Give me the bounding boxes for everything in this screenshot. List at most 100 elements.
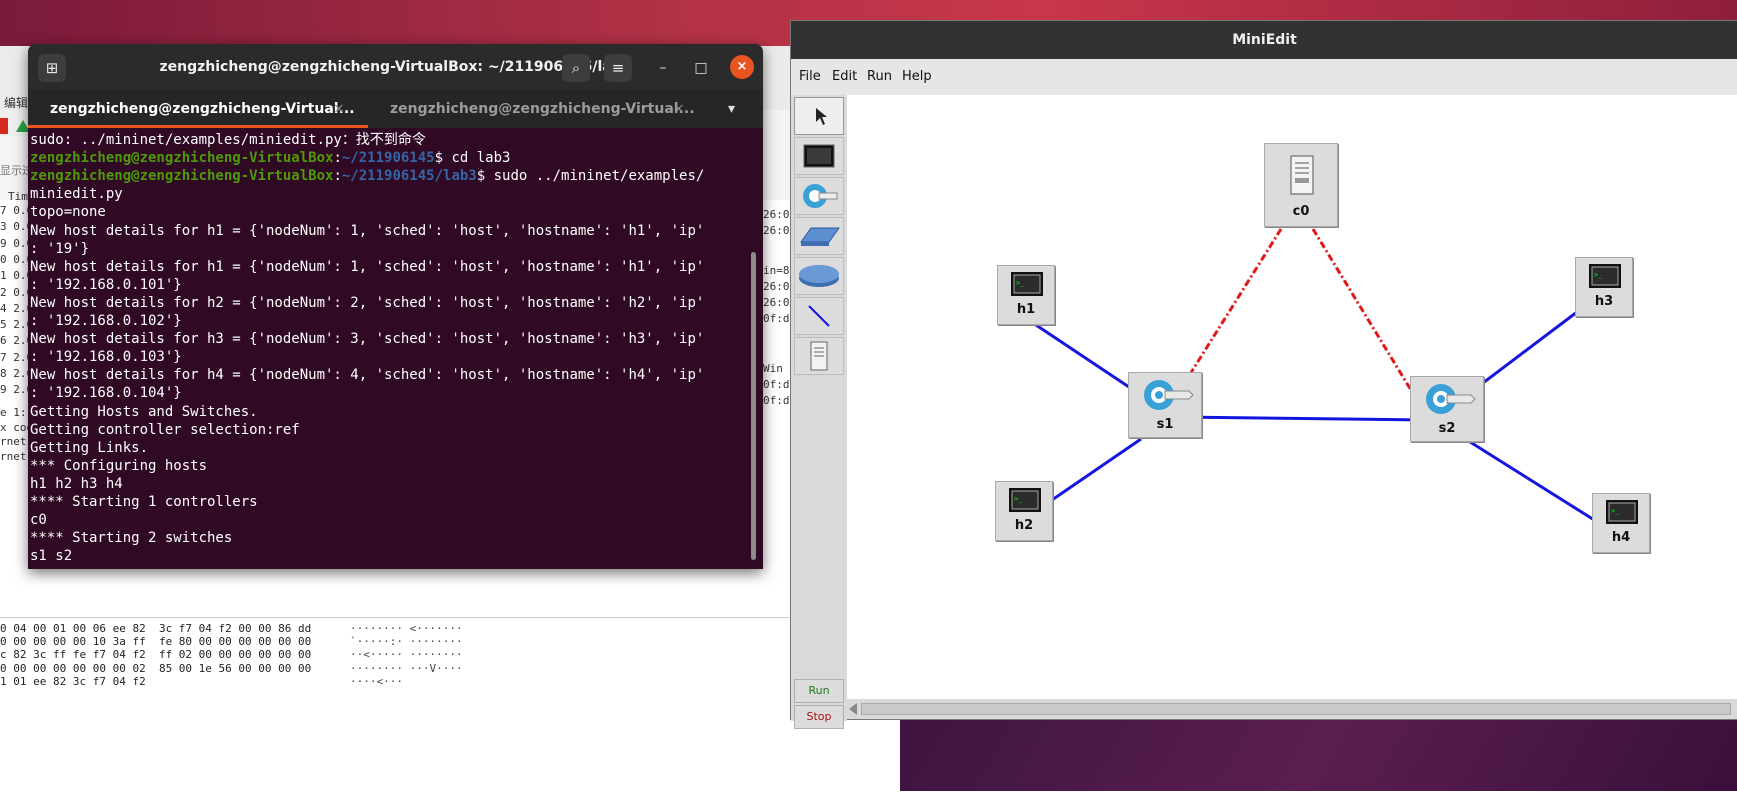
terminal-line: : '192.168.0.104'}: [30, 385, 182, 402]
terminal-line: sudo: ../mininet/examples/miniedit.py：找不…: [30, 132, 426, 148]
minimize-button[interactable]: –: [652, 57, 674, 79]
host-icon: >_: [1606, 500, 1638, 524]
switch-icon: [1426, 384, 1476, 414]
link-s1-s2[interactable]: [1176, 415, 1428, 422]
packet-info-fragment: 26:0: [763, 296, 790, 309]
node-h4[interactable]: >_ h4: [1592, 493, 1650, 553]
node-s2[interactable]: s2: [1410, 376, 1484, 442]
legacy-switch-tool[interactable]: [794, 217, 844, 255]
packet-info-fragment: in=8: [763, 264, 790, 277]
terminal-line: New host details for h2 = {'nodeNum': 2,…: [30, 294, 705, 311]
tab-list-chevron-icon[interactable]: ▾: [728, 90, 735, 128]
link-s2-h3[interactable]: [1466, 307, 1582, 397]
legacy-router-icon: [799, 265, 839, 287]
terminal-output[interactable]: sudo: ../mininet/examples/miniedit.py：找不…: [28, 130, 763, 569]
miniedit-menubar: File Edit Run Help: [791, 59, 1737, 96]
terminal-line: topo=none: [30, 204, 106, 221]
switch-icon: [1144, 380, 1194, 410]
hex-bytes: 1 01 ee 82 3c f7 04 f2: [0, 674, 146, 688]
menu-file[interactable]: File: [799, 59, 821, 95]
terminal-line: : '19'}: [30, 240, 90, 257]
terminal-window: ⊞ zengzhicheng@zengzhicheng-VirtualBox: …: [28, 44, 763, 569]
node-label: s1: [1156, 417, 1174, 432]
terminal-line: **** Starting 2 switches: [30, 530, 233, 547]
hex-bytes: c 82 3c ff fe f7 04 f2 ff 02 00 00 00 00…: [0, 648, 312, 662]
column-time[interactable]: Tim: [8, 190, 28, 203]
switch-tool[interactable]: [794, 177, 844, 215]
node-s1[interactable]: s1: [1128, 372, 1202, 438]
terminal-tab-2[interactable]: zengzhicheng@zengzhicheng-Virtual... ×: [368, 90, 703, 128]
link-s2-h4[interactable]: [1466, 438, 1600, 525]
terminal-tab-bar: zengzhicheng@zengzhicheng-Virtual... × z…: [28, 90, 763, 128]
terminal-line: h1 h2 h3 h4: [30, 475, 123, 492]
prompt-user: zengzhicheng@zengzhicheng-VirtualBox: [30, 168, 334, 185]
terminal-line: *** Configuring hosts: [30, 457, 208, 474]
stop-button[interactable]: Stop: [794, 705, 844, 729]
prompt-path: ~/211906145: [341, 150, 435, 167]
hex-bytes: 0 00 00 00 00 00 00 02 85 00 1e 56 00 00…: [0, 661, 312, 675]
packet-detail-fragment[interactable]: e 1:: [0, 406, 27, 419]
terminal-line: s1 s2: [30, 548, 73, 565]
close-button[interactable]: ×: [730, 55, 754, 79]
terminal-line: New host details for h4 = {'nodeNum': 4,…: [30, 367, 705, 384]
controller-icon: [810, 341, 828, 371]
packet-info-fragment: 0f:d: [763, 312, 790, 325]
menu-edit[interactable]: Edit: [832, 59, 857, 95]
wireshark-menu-edit[interactable]: 编辑: [4, 94, 28, 111]
svg-text:>_: >_: [1594, 271, 1603, 279]
prompt-user: zengzhicheng@zengzhicheng-VirtualBox: [30, 150, 334, 167]
maximize-button[interactable]: □: [690, 57, 712, 79]
controller-link-c0-s2[interactable]: [1311, 228, 1419, 401]
stop-capture-icon[interactable]: [0, 118, 8, 134]
link-h1-s1[interactable]: [1032, 321, 1142, 397]
packet-detail-fragment[interactable]: rnet: [0, 435, 27, 448]
terminal-tab-1[interactable]: zengzhicheng@zengzhicheng-Virtual... ×: [28, 90, 368, 128]
node-h1[interactable]: >_ h1: [997, 265, 1055, 325]
node-c0[interactable]: c0: [1264, 143, 1338, 227]
miniedit-window: MiniEdit File Edit Run Help Run Stop c0 …: [790, 20, 1737, 729]
hex-bytes: 0 04 00 01 00 06 ee 82 3c f7 04 f2 00 00…: [0, 622, 312, 635]
miniedit-toolbar: Run Stop: [791, 95, 847, 729]
run-button[interactable]: Run: [794, 679, 844, 703]
controller-icon: [1290, 155, 1314, 195]
desktop-background-bottom: [900, 718, 1737, 791]
link-icon: [808, 305, 830, 327]
packet-detail-fragment[interactable]: rnet: [0, 450, 27, 463]
command-text: $ sudo ../mininet/examples/: [476, 168, 705, 185]
host-tool[interactable]: [794, 137, 844, 175]
controller-tool[interactable]: [794, 337, 844, 375]
packet-info-fragment: 26:0: [763, 224, 790, 237]
close-tab-icon[interactable]: ×: [673, 90, 685, 128]
tab-label: zengzhicheng@zengzhicheng-Virtual...: [390, 101, 695, 117]
packet-info-fragment: 0f:d: [763, 378, 790, 391]
node-label: h1: [1016, 302, 1036, 317]
terminal-line: New host details for h1 = {'nodeNum': 1,…: [30, 258, 705, 275]
select-tool[interactable]: [794, 97, 844, 135]
terminal-line: : '192.168.0.101'}: [30, 276, 182, 293]
host-icon: >_: [1011, 272, 1043, 296]
scroll-thumb[interactable]: [861, 703, 1731, 715]
hex-ascii: ········ <·······: [350, 622, 463, 635]
legacy-router-tool[interactable]: [794, 257, 844, 295]
menu-run[interactable]: Run: [867, 59, 892, 95]
controller-link-c0-s1[interactable]: [1175, 228, 1283, 396]
node-h3[interactable]: >_ h3: [1575, 257, 1633, 317]
prompt-path: ~/211906145/lab3: [341, 168, 477, 185]
search-button[interactable]: ⌕: [562, 54, 590, 82]
hex-bytes: 0 00 00 00 00 10 3a ff fe 80 00 00 00 00…: [0, 635, 312, 649]
terminal-line: Getting controller selection:ref: [30, 421, 300, 438]
terminal-scrollbar[interactable]: [751, 252, 756, 560]
topology-canvas[interactable]: c0 >_ h1 >_ h2 >_ h3 >_ h4 s1 s2: [847, 95, 1737, 699]
node-label: s2: [1438, 421, 1456, 436]
node-label: h2: [1014, 518, 1034, 533]
netlink-tool[interactable]: [794, 297, 844, 335]
menu-help[interactable]: Help: [902, 59, 932, 95]
host-icon: >_: [1589, 264, 1621, 288]
menu-button[interactable]: ≡: [604, 54, 632, 82]
scroll-left-icon[interactable]: [849, 703, 857, 715]
terminal-line: Getting Hosts and Switches.: [30, 403, 258, 420]
close-tab-icon[interactable]: ×: [333, 90, 345, 128]
switch-icon: [803, 184, 838, 208]
node-h2[interactable]: >_ h2: [995, 481, 1053, 541]
canvas-horizontal-scrollbar[interactable]: [847, 699, 1737, 719]
